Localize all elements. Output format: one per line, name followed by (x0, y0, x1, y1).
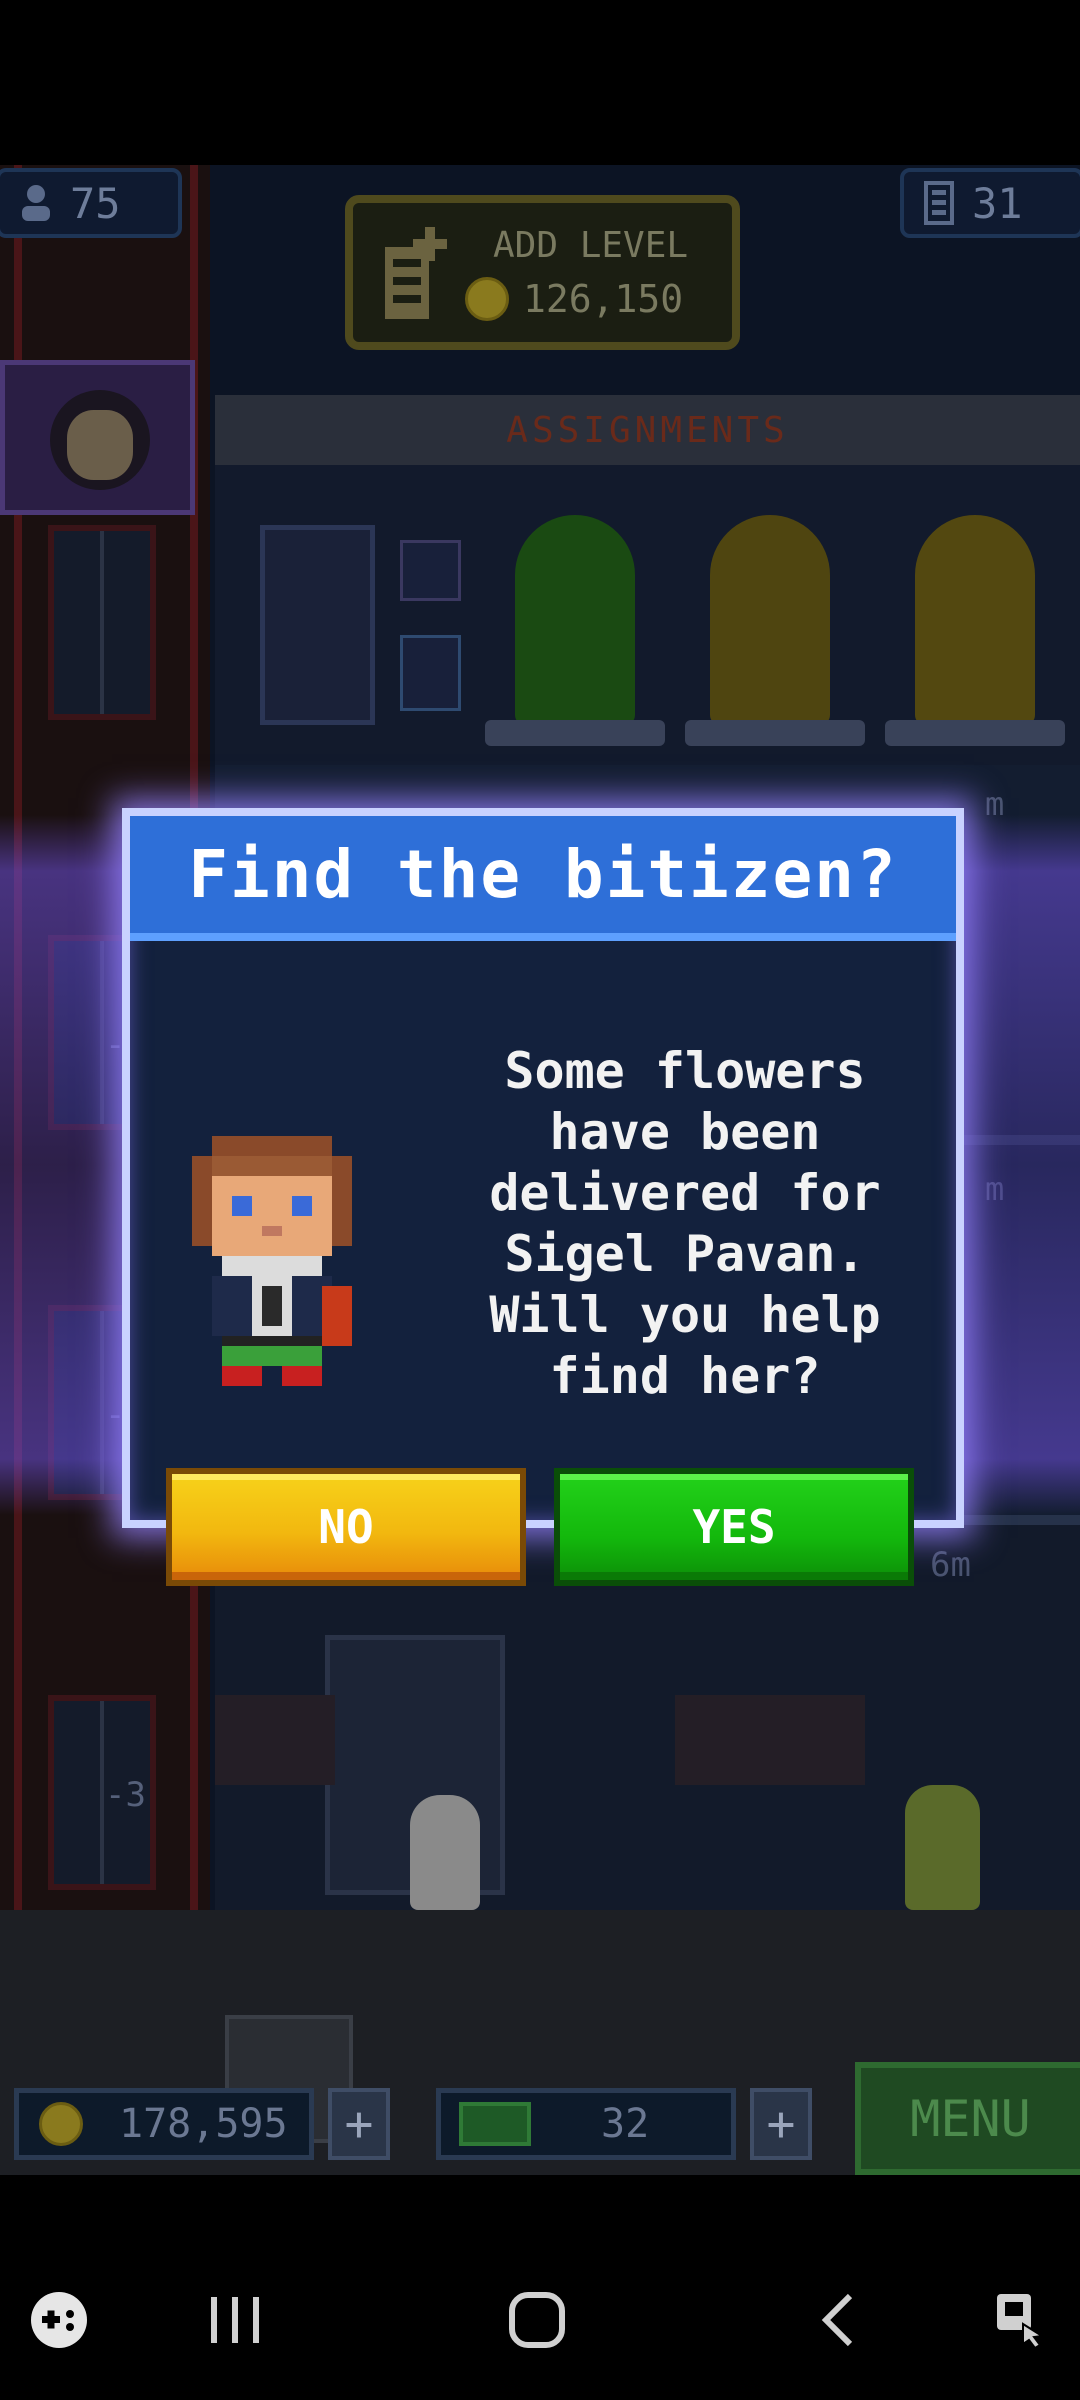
screenshot-icon[interactable] (988, 2285, 1058, 2355)
capsule-pad (485, 720, 665, 746)
buy-coins-button[interactable]: + (328, 2088, 390, 2160)
add-level-cost: 126,150 (523, 277, 684, 321)
add-level-label: ADD LEVEL (493, 225, 689, 266)
stormtrooper-bitizen-icon[interactable] (410, 1795, 480, 1910)
alien-capsule-yellow-icon (710, 515, 830, 725)
floors-icon (924, 181, 954, 225)
dialog-title-bar: Find the bitizen? (130, 816, 956, 941)
capsule-pad (685, 720, 865, 746)
elevator-door[interactable] (48, 525, 156, 720)
game-launcher-icon[interactable] (24, 2285, 94, 2355)
buy-bux-button[interactable]: + (750, 2088, 812, 2160)
bux-icon (459, 2102, 531, 2146)
alien-capsule-yellow-icon (915, 515, 1035, 725)
console-icon (675, 1695, 865, 1785)
bitizen-avatar-card[interactable] (0, 360, 195, 515)
capsule-pad (885, 720, 1065, 746)
no-button[interactable]: NO (166, 1468, 526, 1586)
add-level-button[interactable]: ADD LEVEL 126,150 (345, 195, 740, 350)
home-icon[interactable] (502, 2285, 572, 2355)
bux-balance-value: 32 (601, 2101, 650, 2147)
avatar-face-icon (67, 410, 133, 480)
add-floor-icon (381, 225, 451, 327)
yes-button[interactable]: YES (554, 1468, 914, 1586)
console-icon (215, 1695, 335, 1785)
alien-capsule-green-icon (515, 515, 635, 725)
coin-icon (465, 277, 509, 321)
coin-balance: 178,595 (14, 2088, 314, 2160)
population-counter[interactable]: 75 (0, 168, 182, 238)
population-value: 75 (70, 178, 121, 228)
bux-balance: 32 (436, 2088, 736, 2160)
floor-count-value: 31 (972, 178, 1023, 228)
find-bitizen-dialog: Find the bitizen? Some flowers have been… (122, 808, 964, 1528)
alien-bitizen-icon[interactable] (905, 1785, 980, 1910)
dialog-title: Find the bitizen? (188, 836, 898, 913)
coin-balance-value: 178,595 (119, 2101, 288, 2147)
recent-apps-icon[interactable] (200, 2285, 270, 2355)
back-icon[interactable] (804, 2285, 874, 2355)
small-screen-icon (400, 540, 461, 601)
floor-number: -3 (105, 1775, 146, 1815)
floor-counter[interactable]: 31 (900, 168, 1080, 238)
small-screen-icon (400, 635, 461, 711)
person-icon (20, 183, 52, 223)
dialog-message: Some flowers have been delivered for Sig… (489, 1042, 881, 1405)
monitor-screen-icon (260, 525, 375, 725)
coin-icon (39, 2102, 83, 2146)
assignments-label: ASSIGNMENTS (215, 395, 1080, 465)
bitizen-character-icon (182, 1136, 362, 1390)
menu-button[interactable]: MENU (855, 2062, 1080, 2175)
floor-timer: 6m (930, 1545, 971, 1585)
tower-floor[interactable] (215, 1525, 1080, 1945)
